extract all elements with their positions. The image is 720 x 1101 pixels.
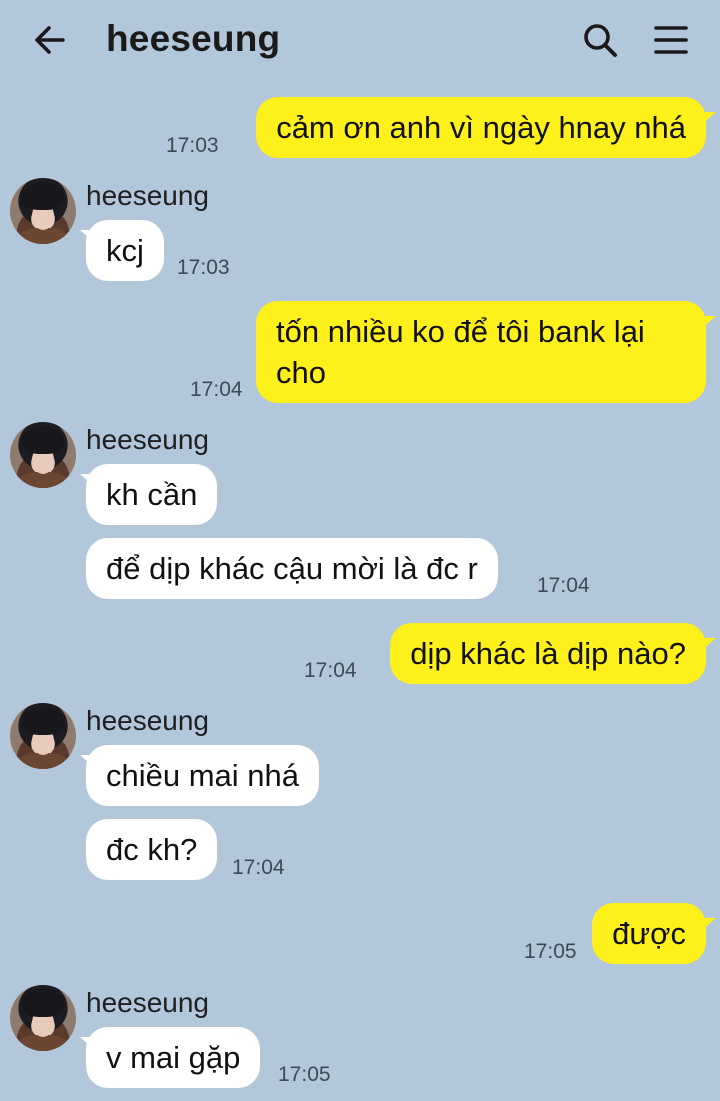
message-time: 17:05 bbox=[524, 940, 577, 963]
sender-name: heeseung bbox=[86, 987, 210, 1018]
message-time: 17:04 bbox=[232, 856, 285, 879]
my-message-bubble[interactable]: tốn nhiều ko để tôi bank lại cho bbox=[256, 301, 706, 403]
avatar[interactable] bbox=[10, 422, 76, 488]
message-time: 17:04 bbox=[190, 378, 243, 401]
message-time: 17:04 bbox=[304, 659, 357, 682]
search-button[interactable] bbox=[580, 20, 620, 60]
arrow-left-icon bbox=[35, 26, 65, 54]
message-time: 17:04 bbox=[537, 574, 590, 597]
search-icon bbox=[584, 24, 617, 57]
chat-header: heeseung bbox=[0, 0, 720, 80]
their-message-bubble[interactable]: kcj bbox=[86, 220, 164, 281]
sender-name: heeseung bbox=[86, 180, 210, 211]
their-message-bubble[interactable]: chiều mai nhá bbox=[86, 745, 320, 806]
their-message-bubble[interactable]: đc kh? bbox=[86, 819, 218, 880]
back-button[interactable] bbox=[30, 20, 70, 60]
my-message-bubble[interactable]: cảm ơn anh vì ngày hnay nhá bbox=[256, 97, 706, 158]
message-time: 17:05 bbox=[278, 1063, 331, 1086]
chat-title: heeseung bbox=[106, 18, 281, 59]
avatar[interactable] bbox=[10, 985, 76, 1051]
their-message-bubble[interactable]: v mai gặp bbox=[86, 1027, 261, 1088]
message-time: 17:03 bbox=[166, 134, 219, 157]
menu-button[interactable] bbox=[651, 20, 691, 60]
bubble-tail bbox=[700, 112, 716, 126]
their-message-bubble[interactable]: để dịp khác cậu mời là đc r bbox=[86, 538, 498, 599]
sender-name: heeseung bbox=[86, 424, 210, 455]
sender-name: heeseung bbox=[86, 705, 210, 736]
bubble-tail bbox=[700, 918, 716, 932]
bubble-tail bbox=[700, 638, 716, 652]
hamburger-menu-icon bbox=[654, 26, 688, 54]
my-message-bubble[interactable]: dịp khác là dịp nào? bbox=[390, 623, 706, 684]
bubble-tail bbox=[700, 316, 716, 330]
message-time: 17:03 bbox=[177, 256, 230, 279]
chat-screen: heeseung 17:03 cảm ơn anh vì ngày hnay n… bbox=[0, 0, 720, 1101]
their-message-bubble[interactable]: kh cần bbox=[86, 464, 218, 525]
avatar[interactable] bbox=[10, 178, 76, 244]
avatar[interactable] bbox=[10, 703, 76, 769]
my-message-bubble[interactable]: được bbox=[592, 903, 706, 964]
